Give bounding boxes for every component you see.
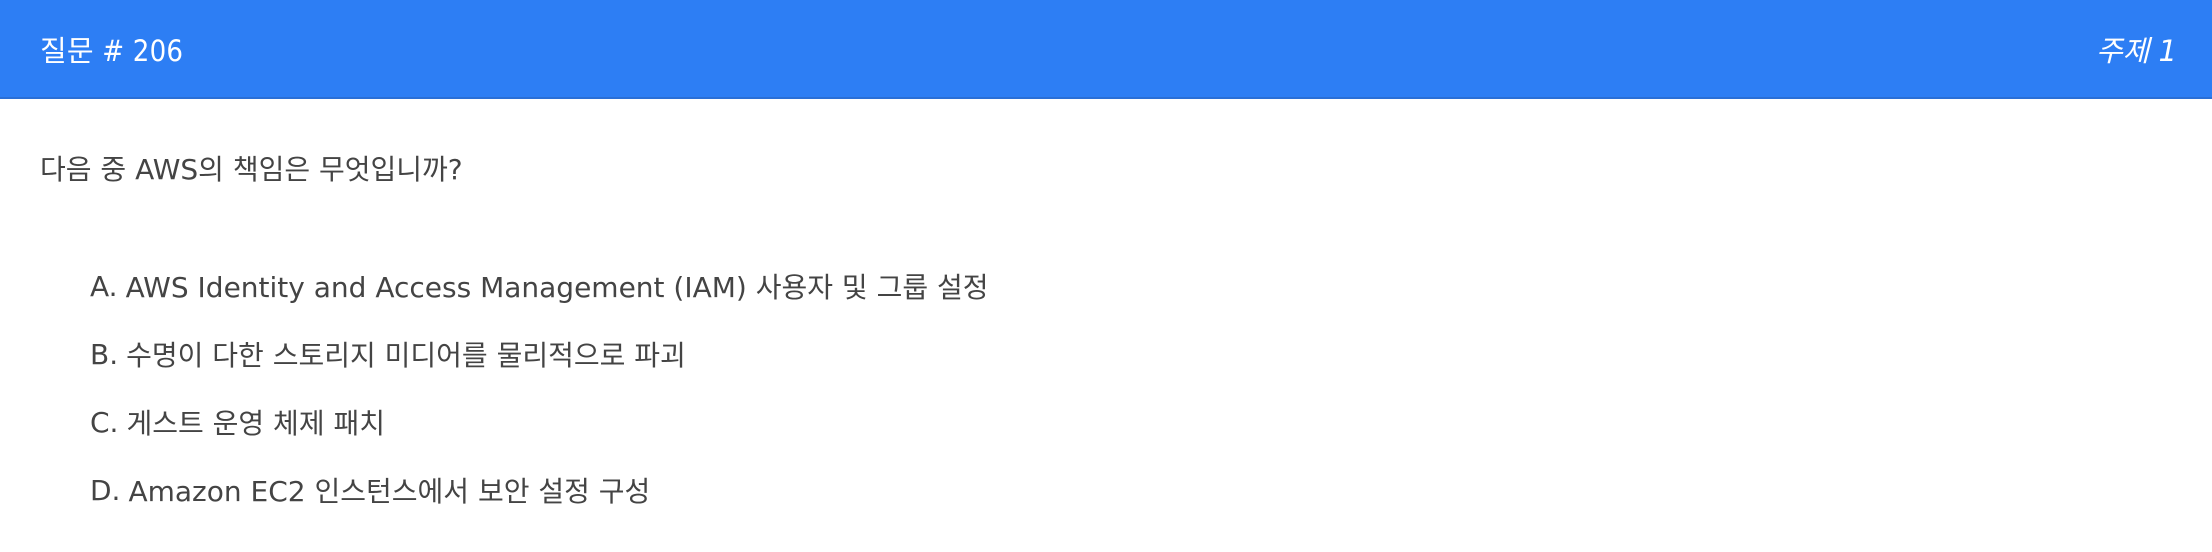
option-text: AWS Identity and Access Management (IAM)… [125,271,989,304]
option-letter: B. [90,337,119,371]
option-letter: D. [90,473,121,507]
option-text: 게스트 운영 체제 패치 [126,407,385,440]
option-a[interactable]: A. AWS Identity and Access Management (I… [90,252,989,320]
answer-options: A. AWS Identity and Access Management (I… [90,252,989,524]
question-text: 다음 중 AWS의 책임은 무엇입니까? [40,153,463,186]
option-b[interactable]: B. 수명이 다한 스토리지 미디어를 물리적으로 파괴 [90,320,989,388]
option-letter: C. [90,405,119,439]
option-letter: A. [90,269,118,303]
question-header: 질문 # 206 주제 1 [0,0,2212,99]
option-d[interactable]: D. Amazon EC2 인스턴스에서 보안 설정 구성 [90,456,989,524]
question-number: 질문 # 206 [40,33,184,68]
option-text: Amazon EC2 인스턴스에서 보안 설정 구성 [128,475,651,508]
option-c[interactable]: C. 게스트 운영 체제 패치 [90,388,989,456]
question-card: 질문 # 206 주제 1 다음 중 AWS의 책임은 무엇입니까? A. AW… [0,0,2212,552]
option-text: 수명이 다한 스토리지 미디어를 물리적으로 파괴 [126,339,686,372]
topic-label: 주제 1 [2095,33,2177,68]
